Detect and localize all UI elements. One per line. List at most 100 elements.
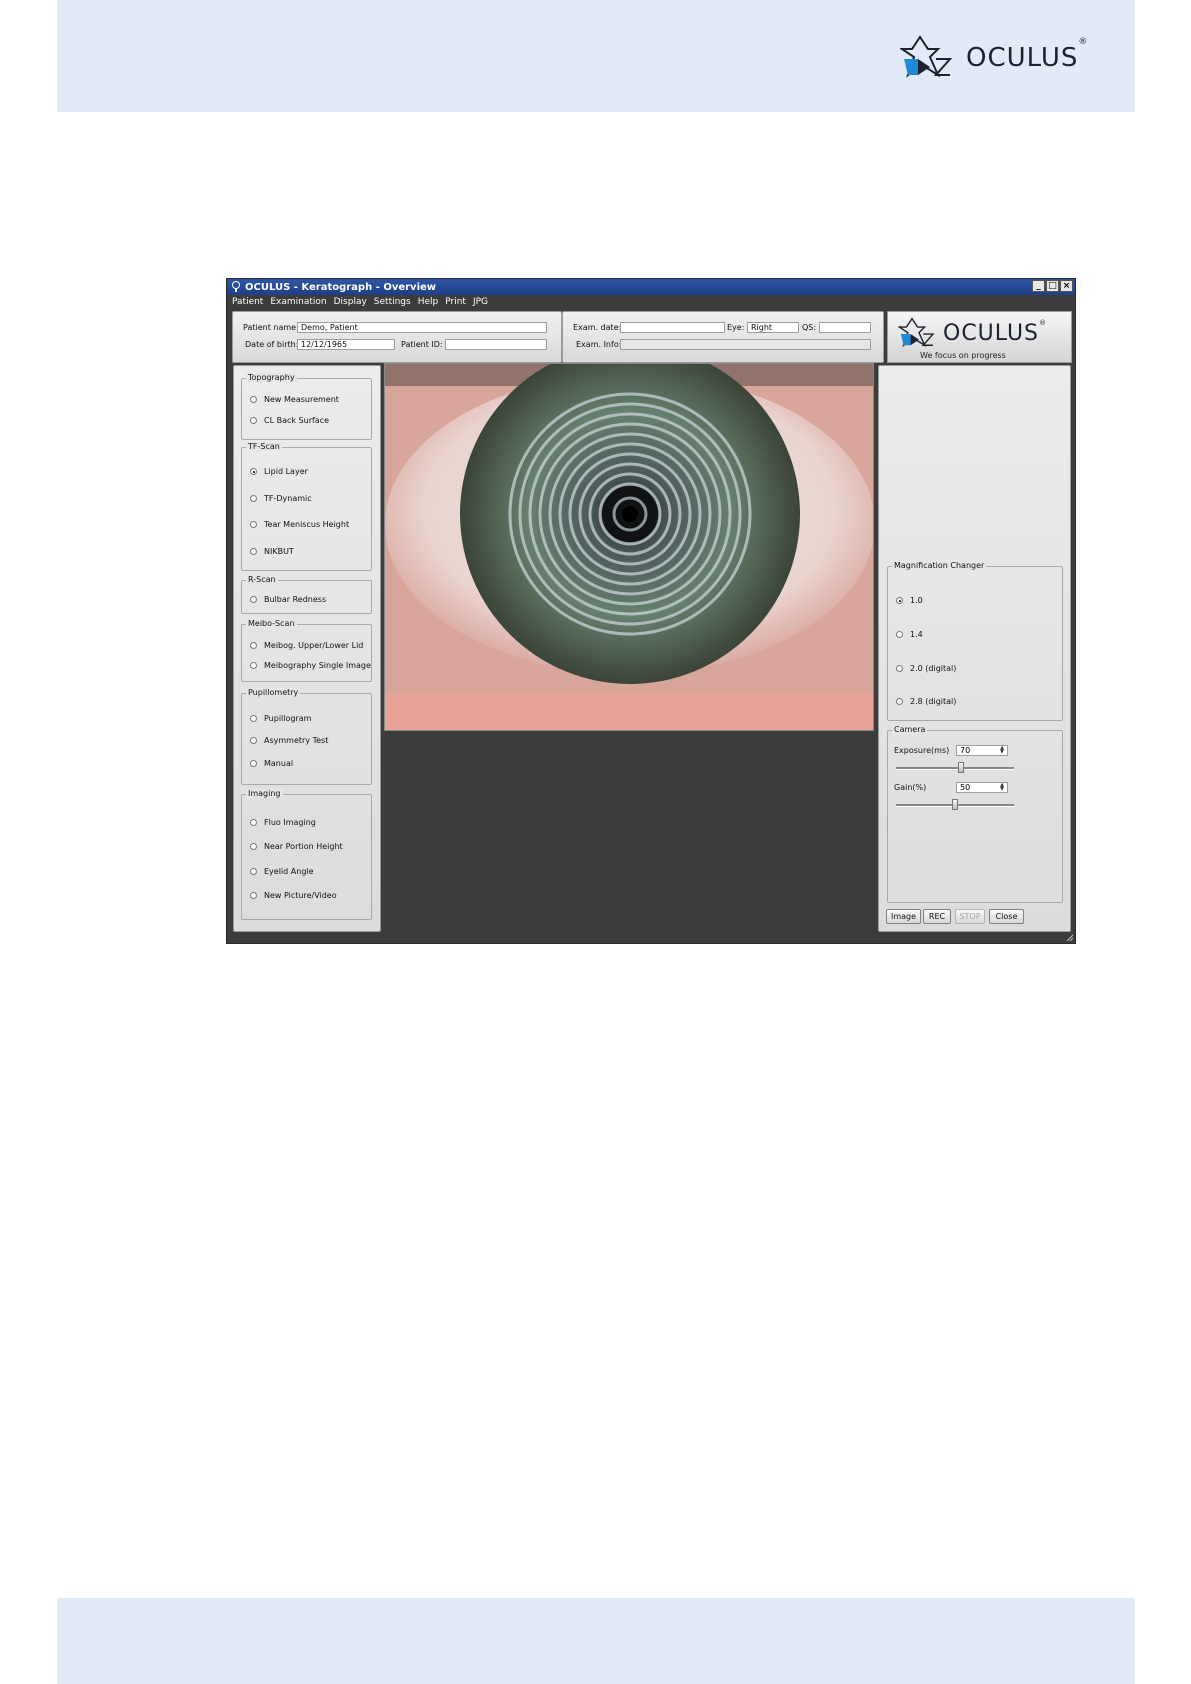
menu-jpg[interactable]: JPG — [473, 297, 488, 307]
menu-patient[interactable]: Patient — [232, 297, 263, 307]
group-pupillometry-title: Pupillometry — [246, 688, 301, 697]
exam-info-field[interactable] — [620, 339, 871, 350]
radio-label: 1.0 — [910, 596, 923, 605]
radio-label: Meibography Single Image — [264, 661, 371, 670]
group-meibo-scan: Meibo-Scan Meibog. Upper/Lower Lid Meibo… — [241, 619, 372, 682]
radio-meibography-single[interactable]: Meibography Single Image — [250, 661, 371, 670]
radio-button[interactable] — [896, 665, 903, 672]
radio-button[interactable] — [896, 698, 903, 705]
radio-near-portion-height[interactable]: Near Portion Height — [250, 842, 343, 851]
patient-id-label: Patient ID: — [401, 340, 443, 349]
qs-field[interactable] — [819, 322, 871, 333]
group-imaging-title: Imaging — [246, 789, 283, 798]
radio-cl-back-surface[interactable]: CL Back Surface — [250, 416, 329, 425]
eye-camera-view[interactable] — [384, 363, 874, 731]
radio-manual[interactable]: Manual — [250, 759, 293, 768]
eye-field[interactable]: Right — [747, 322, 799, 333]
close-window-button[interactable]: × — [1060, 280, 1073, 292]
radio-new-picture-video[interactable]: New Picture/Video — [250, 891, 337, 900]
radio-button[interactable] — [250, 521, 257, 528]
minimize-button[interactable]: _ — [1032, 280, 1045, 292]
radio-label: Fluo Imaging — [264, 818, 316, 827]
radio-label: Manual — [264, 759, 294, 768]
radio-tear-meniscus-height[interactable]: Tear Meniscus Height — [250, 520, 349, 529]
gain-input[interactable]: 50 ▲ ▼ — [956, 782, 1008, 793]
stop-button[interactable]: STOP — [955, 909, 985, 924]
group-magnification-title: Magnification Changer — [892, 561, 987, 570]
radio-button[interactable] — [896, 631, 903, 638]
patient-name-field[interactable]: Demo, Patient — [297, 322, 547, 333]
rec-button[interactable]: REC — [923, 909, 951, 924]
qs-label: QS: — [802, 323, 817, 332]
radio-tf-dynamic[interactable]: TF-Dynamic — [250, 494, 312, 503]
radio-button-selected[interactable] — [896, 597, 903, 604]
patient-id-field[interactable] — [445, 339, 547, 350]
radio-asymmetry-test[interactable]: Asymmetry Test — [250, 736, 328, 745]
dob-field[interactable]: 12/12/1965 — [297, 339, 395, 350]
radio-button[interactable] — [250, 548, 257, 555]
radio-button[interactable] — [250, 596, 257, 603]
menu-settings[interactable]: Settings — [374, 297, 411, 307]
radio-button[interactable] — [250, 396, 257, 403]
radio-button[interactable] — [250, 760, 257, 767]
group-tf-scan-title: TF-Scan — [246, 442, 282, 451]
gain-slider-thumb[interactable] — [952, 799, 958, 810]
spin-arrows-icon[interactable]: ▲ ▼ — [998, 783, 1006, 792]
exposure-slider-track[interactable] — [896, 767, 1014, 770]
radio-button[interactable] — [250, 417, 257, 424]
radio-new-measurement[interactable]: New Measurement — [250, 395, 339, 404]
radio-eyelid-angle[interactable]: Eyelid Angle — [250, 867, 314, 876]
window-title: OCULUS - Keratograph - Overview — [245, 281, 437, 293]
page-footer — [57, 1598, 1135, 1684]
app-icon — [232, 281, 240, 292]
exposure-slider-thumb[interactable] — [957, 762, 964, 773]
radio-button[interactable] — [250, 843, 257, 850]
exposure-value: 70 — [960, 746, 971, 755]
radio-button[interactable] — [250, 892, 257, 899]
menu-help[interactable]: Help — [418, 297, 439, 307]
radio-magnification-2-8[interactable]: 2.8 (digital) — [896, 697, 956, 706]
dob-label: Date of birth: — [245, 340, 299, 349]
radio-button[interactable] — [250, 715, 257, 722]
radio-button[interactable] — [250, 495, 257, 502]
group-tf-scan: TF-Scan Lipid Layer TF-Dynamic Tear Meni… — [241, 442, 372, 571]
group-imaging: Imaging Fluo Imaging Near Portion Height… — [241, 789, 372, 920]
radio-bulbar-redness[interactable]: Bulbar Redness — [250, 595, 326, 604]
radio-magnification-2-0[interactable]: 2.0 (digital) — [896, 664, 956, 673]
spin-arrows-icon[interactable]: ▲ ▼ — [998, 746, 1006, 755]
exam-date-field[interactable] — [620, 322, 725, 333]
radio-label: TF-Dynamic — [264, 494, 312, 503]
radio-button[interactable] — [250, 868, 257, 875]
radio-pupillogram[interactable]: Pupillogram — [250, 714, 311, 723]
radio-button[interactable] — [250, 737, 257, 744]
radio-nikbut[interactable]: NIKBUT — [250, 547, 294, 556]
patient-name-label: Patient name: — [243, 323, 299, 332]
radio-button[interactable] — [250, 662, 257, 669]
resize-grip-icon[interactable] — [1066, 934, 1074, 942]
radio-meibog-upper-lower[interactable]: Meibog. Upper/Lower Lid — [250, 641, 363, 650]
radio-button[interactable] — [250, 642, 257, 649]
keratograph-window: OCULUS - Keratograph - Overview _ □ × Pa… — [226, 278, 1076, 944]
radio-label: Eyelid Angle — [264, 867, 314, 876]
radio-lipid-layer[interactable]: Lipid Layer — [250, 467, 308, 476]
radio-button[interactable] — [250, 819, 257, 826]
group-r-scan-title: R-Scan — [246, 575, 278, 584]
radio-button-selected[interactable] — [250, 468, 257, 475]
menu-print[interactable]: Print — [445, 297, 466, 307]
menu-examination[interactable]: Examination — [270, 297, 326, 307]
radio-magnification-1-0[interactable]: 1.0 — [896, 596, 923, 605]
radio-label: NIKBUT — [264, 547, 294, 556]
radio-label: 2.0 (digital) — [910, 664, 957, 673]
eye-label: Eye: — [727, 323, 745, 332]
close-button[interactable]: Close — [989, 909, 1024, 924]
radio-magnification-1-4[interactable]: 1.4 — [896, 630, 923, 639]
radio-fluo-imaging[interactable]: Fluo Imaging — [250, 818, 316, 827]
group-r-scan: R-Scan Bulbar Redness — [241, 575, 372, 614]
oculus-star-icon — [898, 317, 935, 348]
menu-display[interactable]: Display — [334, 297, 367, 307]
radio-label: Tear Meniscus Height — [264, 520, 350, 529]
radio-label: New Picture/Video — [264, 891, 337, 900]
exposure-input[interactable]: 70 ▲ ▼ — [956, 745, 1008, 756]
image-button[interactable]: Image — [886, 909, 921, 924]
maximize-button[interactable]: □ — [1046, 280, 1059, 292]
